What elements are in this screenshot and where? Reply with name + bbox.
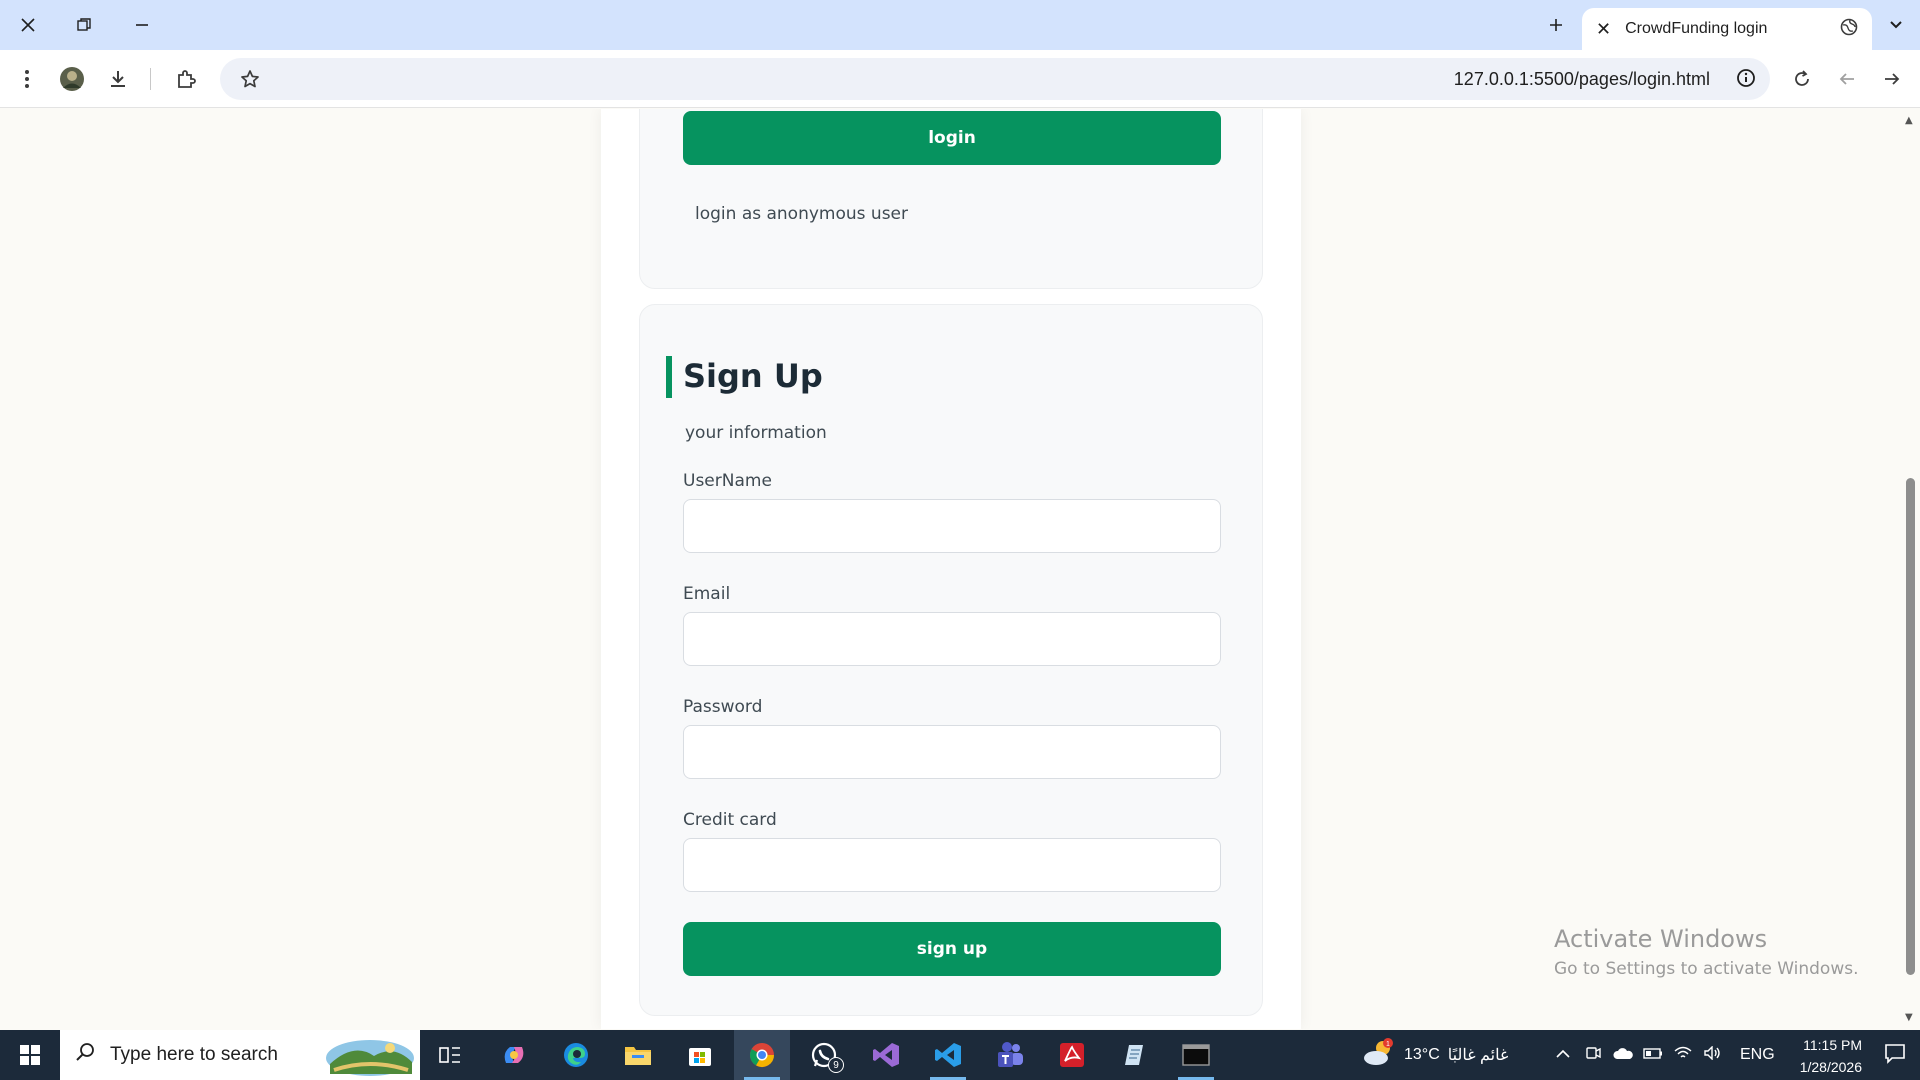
weather-condition: غائم غالبًا — [1447, 1047, 1509, 1064]
show-hidden-icons-chevron-icon[interactable] — [1548, 1046, 1578, 1064]
activate-windows-watermark: Activate Windows Go to Settings to activ… — [1554, 925, 1859, 979]
teams-icon[interactable] — [982, 1030, 1038, 1080]
acrobat-reader-icon[interactable] — [1044, 1030, 1100, 1080]
visual-studio-icon[interactable] — [858, 1030, 914, 1080]
edge-browser-icon[interactable] — [548, 1030, 604, 1080]
signup-heading: Sign Up — [683, 357, 823, 395]
search-placeholder: Type here to search — [110, 1044, 278, 1065]
clock-time: 11:15 PM — [1803, 1037, 1862, 1053]
onedrive-icon[interactable] — [1608, 1046, 1638, 1065]
globe-icon — [1840, 18, 1858, 41]
scroll-up-arrow-icon[interactable]: ▲ — [1905, 115, 1913, 126]
tab-close-icon[interactable]: ✕ — [1596, 19, 1611, 40]
kebab-menu-icon[interactable] — [9, 62, 45, 96]
windows-taskbar: Type here to search 9 1 13°C غائم غالبًا… — [0, 1030, 1920, 1080]
content-column: login login as anonymous user Sign Up yo… — [601, 109, 1301, 1029]
system-clock[interactable]: 11:15 PM 1/28/2026 — [1800, 1034, 1862, 1078]
clock-date: 1/28/2026 — [1799, 1059, 1862, 1075]
restore-window-icon[interactable] — [64, 8, 104, 42]
signup-subtitle: your information — [685, 423, 827, 443]
new-tab-icon[interactable] — [1536, 8, 1576, 42]
credit-card-label: Credit card — [683, 810, 777, 830]
extensions-icon[interactable] — [168, 62, 204, 96]
task-view-icon[interactable] — [422, 1030, 478, 1080]
notification-center-icon[interactable] — [1884, 1042, 1906, 1068]
username-label: UserName — [683, 471, 772, 491]
back-arrow-icon[interactable] — [1829, 62, 1865, 96]
weather-widget[interactable]: 1 13°C غائم غالبًا — [1362, 1030, 1508, 1080]
username-input[interactable] — [683, 499, 1221, 553]
activate-windows-title: Activate Windows — [1554, 925, 1768, 953]
input-language[interactable]: ENG — [1740, 1046, 1775, 1064]
anonymous-login-link[interactable]: login as anonymous user — [695, 204, 908, 224]
weather-temperature: 13°C — [1404, 1046, 1440, 1063]
page-viewport: login login as anonymous user Sign Up yo… — [0, 109, 1920, 1029]
terminal-icon[interactable] — [1168, 1030, 1224, 1080]
microsoft-store-icon[interactable] — [672, 1030, 728, 1080]
url-text[interactable]: 127.0.0.1:5500/pages/login.html — [1454, 69, 1710, 90]
signup-card: Sign Up your information UserName Email … — [639, 304, 1263, 1016]
meet-now-icon[interactable] — [1578, 1045, 1608, 1066]
search-highlight-landscape-icon — [324, 1034, 416, 1076]
chrome-browser-icon[interactable] — [734, 1030, 790, 1080]
file-explorer-icon[interactable] — [610, 1030, 666, 1080]
browser-tab-bar: ✕ CrowdFunding login — [0, 0, 1920, 50]
tab-crowdfunding-login[interactable]: ✕ CrowdFunding login — [1582, 8, 1872, 50]
password-input[interactable] — [683, 725, 1221, 779]
windows-start-icon[interactable] — [0, 1030, 60, 1080]
system-tray: ENG — [1548, 1030, 1775, 1080]
svg-text:1: 1 — [1386, 1041, 1390, 1048]
email-input[interactable] — [683, 612, 1221, 666]
search-icon — [74, 1041, 96, 1069]
tab-title: CrowdFunding login — [1625, 20, 1768, 37]
site-info-icon[interactable] — [1736, 68, 1756, 92]
forward-arrow-icon[interactable] — [1874, 62, 1910, 96]
scroll-down-arrow-icon[interactable]: ▼ — [1905, 1012, 1913, 1023]
tab-list-chevron-icon[interactable] — [1876, 8, 1916, 42]
signup-button[interactable]: sign up — [683, 922, 1221, 976]
email-label: Email — [683, 584, 731, 604]
copilot-icon[interactable] — [486, 1030, 542, 1080]
taskbar-search-box[interactable]: Type here to search — [60, 1030, 420, 1080]
profile-avatar[interactable] — [54, 62, 90, 96]
download-icon[interactable] — [100, 62, 136, 96]
wifi-icon[interactable] — [1668, 1046, 1698, 1065]
battery-icon[interactable] — [1638, 1046, 1668, 1064]
login-button[interactable]: login — [683, 111, 1221, 165]
activate-windows-hint: Go to Settings to activate Windows. — [1554, 959, 1859, 979]
password-label: Password — [683, 697, 763, 717]
minimize-window-icon[interactable] — [122, 8, 162, 42]
bookmark-star-icon[interactable] — [232, 62, 268, 96]
whatsapp-icon[interactable]: 9 — [796, 1030, 852, 1080]
browser-toolbar: 127.0.0.1:5500/pages/login.html — [0, 50, 1920, 108]
partly-cloudy-icon: 1 — [1362, 1037, 1396, 1073]
reload-icon[interactable] — [1784, 62, 1820, 96]
credit-card-input[interactable] — [683, 838, 1221, 892]
volume-icon[interactable] — [1698, 1044, 1728, 1065]
heading-accent-bar — [666, 356, 672, 398]
close-window-icon[interactable] — [8, 8, 48, 42]
vs-code-icon[interactable] — [920, 1030, 976, 1080]
scrollbar-thumb[interactable] — [1906, 478, 1915, 975]
whatsapp-unread-badge: 9 — [828, 1057, 844, 1073]
address-bar[interactable]: 127.0.0.1:5500/pages/login.html — [220, 58, 1770, 100]
login-card: login login as anonymous user — [639, 109, 1263, 289]
notes-app-icon[interactable] — [1106, 1030, 1162, 1080]
toolbar-divider — [150, 68, 151, 90]
